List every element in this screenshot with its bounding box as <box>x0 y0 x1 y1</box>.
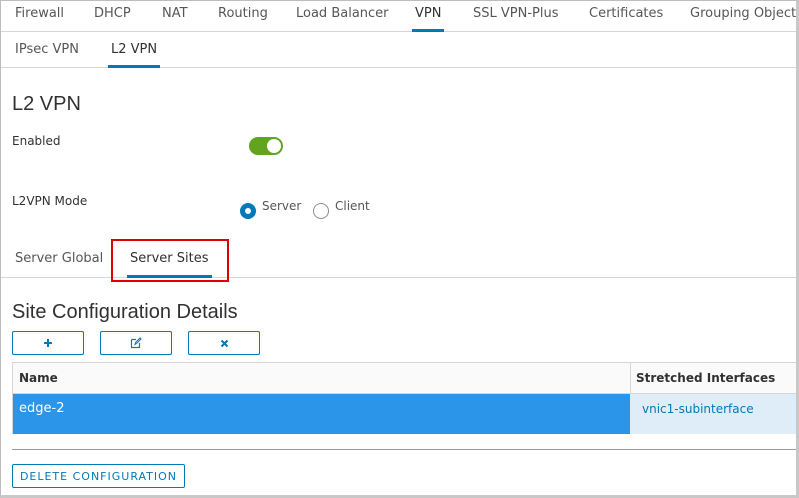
site-config-grid: Name Stretched Interfaces edge-2 vnic1-s… <box>12 362 796 434</box>
tab-l2-vpn[interactable]: L2 VPN <box>107 42 161 68</box>
cell-stretched-interfaces: vnic1-subinterface <box>630 394 796 434</box>
nsx-edge-window: Firewall DHCP NAT Routing Load Balancer … <box>0 0 799 498</box>
edit-icon <box>130 337 142 349</box>
grid-header: Name Stretched Interfaces <box>13 363 796 394</box>
edit-site-button[interactable] <box>100 331 172 355</box>
tab-nat[interactable]: NAT <box>162 6 188 32</box>
tab-routing[interactable]: Routing <box>218 6 268 32</box>
tab-server-global[interactable]: Server Global <box>15 251 103 278</box>
tab-ipsec-vpn[interactable]: IPsec VPN <box>15 42 79 68</box>
tab-ssl-vpn-plus[interactable]: SSL VPN-Plus <box>473 6 559 32</box>
add-site-button[interactable] <box>12 331 84 355</box>
column-header-name[interactable]: Name <box>19 371 58 385</box>
column-header-stretched-interfaces[interactable]: Stretched Interfaces <box>636 371 775 385</box>
radio-client[interactable] <box>313 203 329 219</box>
radio-client-label: Client <box>335 199 370 213</box>
enabled-label: Enabled <box>12 134 61 148</box>
delete-configuration-button[interactable]: DELETE CONFIGURATION <box>12 464 185 488</box>
tab-load-balancer[interactable]: Load Balancer <box>296 6 389 32</box>
table-row[interactable]: edge-2 vnic1-subinterface <box>13 394 796 434</box>
tab-firewall[interactable]: Firewall <box>15 6 64 32</box>
enabled-toggle[interactable] <box>249 137 283 155</box>
toggle-knob <box>267 139 281 153</box>
callout-highlight-box <box>111 239 229 282</box>
radio-server-label: Server <box>262 199 302 213</box>
tab-dhcp[interactable]: DHCP <box>94 6 131 32</box>
column-divider <box>630 363 631 394</box>
footer-divider <box>12 449 796 450</box>
plus-icon <box>44 339 52 347</box>
sub-tab-bar: IPsec VPN L2 VPN <box>1 32 796 68</box>
close-icon <box>220 339 228 347</box>
top-tab-bar: Firewall DHCP NAT Routing Load Balancer … <box>1 1 796 32</box>
page-title: L2 VPN <box>12 93 81 115</box>
section-title: Site Configuration Details <box>12 301 238 323</box>
delete-site-button[interactable] <box>188 331 260 355</box>
tab-grouping-objects[interactable]: Grouping Objects <box>690 6 796 32</box>
l2vpn-mode-label: L2VPN Mode <box>12 194 88 208</box>
cell-site-name: edge-2 <box>13 394 630 434</box>
tab-certificates[interactable]: Certificates <box>589 6 663 32</box>
tab-vpn[interactable]: VPN <box>411 6 446 32</box>
radio-server[interactable] <box>240 203 256 219</box>
